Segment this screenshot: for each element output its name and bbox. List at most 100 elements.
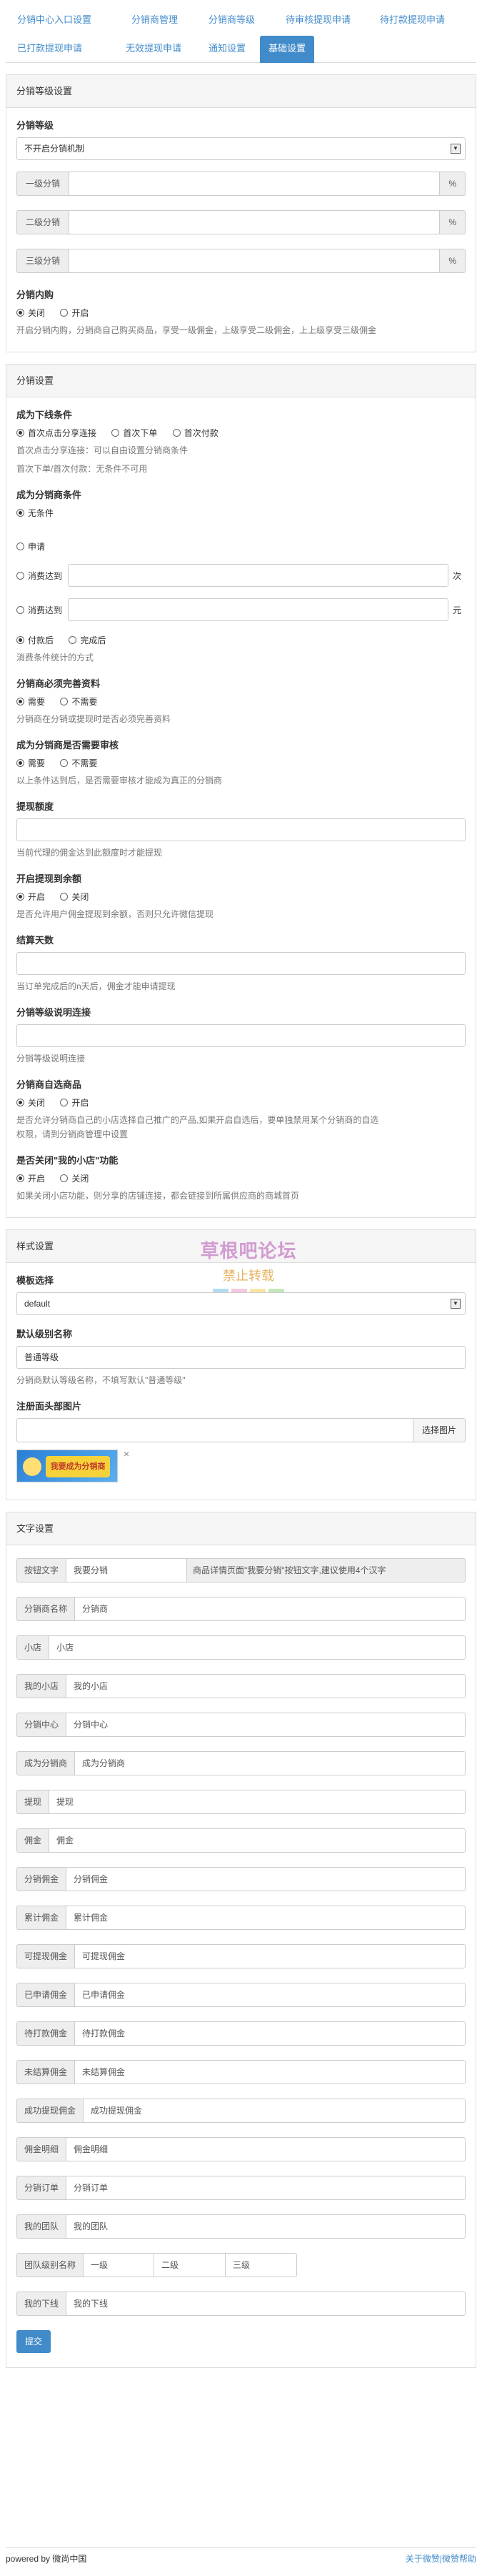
settle-days-label: 结算天数 [16, 935, 54, 946]
reg-image-input[interactable] [16, 1418, 413, 1442]
text-setting-input[interactable]: 已申请佣金 [74, 1983, 466, 2007]
info-no-radio[interactable]: 不需要 [60, 695, 97, 708]
self-pick-on-radio[interactable]: 开启 [60, 1096, 89, 1109]
template-select[interactable]: default ▼ [16, 1292, 466, 1315]
text-setting-input[interactable]: 我的小店 [66, 1674, 466, 1698]
balance-off-radio[interactable]: 关闭 [60, 891, 89, 903]
close-icon[interactable]: × [124, 1448, 129, 1460]
tier-1-input[interactable]: 一级 [83, 2253, 155, 2277]
settle-days-input[interactable] [16, 952, 466, 975]
level2-unit: % [440, 210, 466, 234]
footer-help-links[interactable]: 关于微赞|微赞帮助 [406, 2548, 476, 2570]
shop-off-radio[interactable]: 关闭 [60, 1172, 89, 1184]
text-setting-input[interactable]: 未结算佣金 [74, 2060, 466, 2084]
level1-unit: % [440, 172, 466, 196]
text-setting-input[interactable]: 佣金明细 [66, 2137, 466, 2161]
text-setting-label: 我的小店 [16, 1674, 66, 1698]
watermark-line-1: 草根吧论坛 [200, 1240, 297, 1262]
tab-entry-settings[interactable]: 分销中心入口设置 [9, 7, 100, 33]
stat-paid-radio[interactable]: 付款后 [16, 634, 54, 646]
text-setting-input[interactable]: 我的团队 [66, 2214, 466, 2239]
text-setting-input[interactable]: 分销商 [74, 1597, 466, 1621]
downline-click-radio[interactable]: 首次点击分享连接 [16, 427, 96, 439]
internal-on-radio[interactable]: 开启 [60, 307, 89, 319]
text-setting-row: 佣金 佣金 [16, 1828, 466, 1853]
downline-pay-radio[interactable]: 首次付款 [172, 427, 219, 439]
text-setting-input[interactable]: 佣金 [49, 1828, 466, 1853]
text-setting-input[interactable]: 累计佣金 [66, 1906, 466, 1930]
tab-pending-review[interactable]: 待审核提现申请 [277, 7, 359, 33]
text-setting-input[interactable]: 成功提现佣金 [83, 2099, 466, 2123]
downline-order-radio[interactable]: 首次下单 [111, 427, 157, 439]
banner-image: 我要成为分销商 [16, 1450, 118, 1482]
level1-input-group: 一级分销 % [16, 172, 466, 196]
text-setting-row: 可提现佣金 可提现佣金 [16, 1944, 466, 1968]
my-downline-row: 我的下线 我的下线 [16, 2292, 466, 2316]
tab-basic-settings[interactable]: 基础设置 [260, 36, 315, 63]
tab-distributor-levels[interactable]: 分销商等级 [200, 7, 263, 33]
cond-unconditional-radio[interactable]: 无条件 [16, 507, 54, 519]
text-setting-row: 小店 小店 [16, 1635, 466, 1660]
text-setting-label: 已申请佣金 [16, 1983, 75, 2007]
text-setting-input[interactable]: 分销订单 [66, 2176, 466, 2200]
stat-done-radio[interactable]: 完成后 [69, 634, 106, 646]
text-setting-input[interactable]: 提现 [49, 1790, 466, 1814]
spend-amount-input[interactable] [68, 598, 448, 621]
audit-yes-radio[interactable]: 需要 [16, 757, 45, 769]
text-setting-input[interactable]: 小店 [49, 1635, 466, 1660]
internal-off-radio[interactable]: 关闭 [16, 307, 45, 319]
default-level-input[interactable]: 普通等级 [16, 1346, 466, 1369]
withdraw-limit-input[interactable] [16, 818, 466, 841]
info-required-label: 分销商必须完善资料 [16, 678, 101, 689]
text-setting-row: 我的小店 我的小店 [16, 1674, 466, 1698]
level3-input-group: 三级分销 % [16, 249, 466, 273]
text-setting-label: 成为分销商 [16, 1751, 75, 1775]
audit-no-radio[interactable]: 不需要 [60, 757, 97, 769]
text-setting-input[interactable]: 成为分销商 [74, 1751, 466, 1775]
cond-spend-amount-radio[interactable]: 消费达到 [16, 604, 62, 616]
level-select[interactable]: 不开启分销机制 ▼ [16, 137, 466, 160]
reg-image-label: 注册面头部图片 [16, 1401, 82, 1412]
cond-apply-radio[interactable]: 申请 [16, 540, 45, 553]
text-setting-label: 成功提现佣金 [16, 2099, 84, 2123]
text-setting-row: 待打款佣金 待打款佣金 [16, 2021, 466, 2046]
balance-on-radio[interactable]: 开启 [16, 891, 45, 903]
chevron-down-icon: ▼ [451, 1299, 461, 1309]
tier-3-input[interactable]: 三级 [226, 2253, 298, 2277]
text-setting-row: 累计佣金 累计佣金 [16, 1906, 466, 1930]
choose-image-button[interactable]: 选择图片 [413, 1418, 466, 1442]
text-setting-row: 未结算佣金 未结算佣金 [16, 2060, 466, 2084]
tab-notify[interactable]: 通知设置 [200, 36, 254, 61]
shop-on-radio[interactable]: 开启 [16, 1172, 45, 1184]
level-url-label: 分销等级说明连接 [16, 1007, 91, 1018]
cond-spend-count-radio[interactable]: 消费达到 [16, 570, 62, 582]
text-setting-input[interactable]: 可提现佣金 [74, 1944, 466, 1968]
text-setting-input[interactable]: 分销佣金 [66, 1867, 466, 1891]
level-url-input[interactable] [16, 1024, 466, 1047]
settle-help: 当订单完成后的n天后，佣金才能申请提现 [16, 981, 176, 991]
button-text-input[interactable]: 我要分销 [66, 1558, 188, 1582]
tab-pending-payment[interactable]: 待打款提现申请 [371, 7, 453, 33]
self-pick-label: 分销商自选商品 [16, 1079, 82, 1090]
text-setting-input[interactable]: 分销中心 [66, 1713, 466, 1737]
tier-2-input[interactable]: 二级 [154, 2253, 226, 2277]
tab-paid[interactable]: 已打款提现申请 [9, 36, 91, 61]
level3-input[interactable] [69, 249, 441, 273]
tab-distributor-manage[interactable]: 分销商管理 [123, 7, 186, 33]
text-setting-label: 待打款佣金 [16, 2021, 75, 2046]
self-pick-off-radio[interactable]: 关闭 [16, 1096, 45, 1109]
spend-count-input[interactable] [68, 564, 448, 587]
submit-button[interactable]: 提交 [16, 2330, 51, 2353]
default-level-help: 分销商默认等级名称，不填写默认"普通等级" [16, 1375, 186, 1385]
info-yes-radio[interactable]: 需要 [16, 695, 45, 708]
tab-invalid[interactable]: 无效提现申请 [117, 36, 190, 61]
my-downline-input[interactable]: 我的下线 [66, 2292, 466, 2316]
level2-input[interactable] [69, 210, 441, 234]
audit-label: 成为分销商是否需要审核 [16, 740, 119, 750]
banner-preview: 我要成为分销商 × [16, 1448, 131, 1485]
balance-label: 开启提现到余额 [16, 873, 82, 884]
text-setting-input[interactable]: 待打款佣金 [74, 2021, 466, 2046]
level-url-help: 分销等级说明连接 [16, 1054, 86, 1064]
level1-input[interactable] [69, 172, 441, 196]
spend-count-unit: 次 [452, 570, 461, 581]
